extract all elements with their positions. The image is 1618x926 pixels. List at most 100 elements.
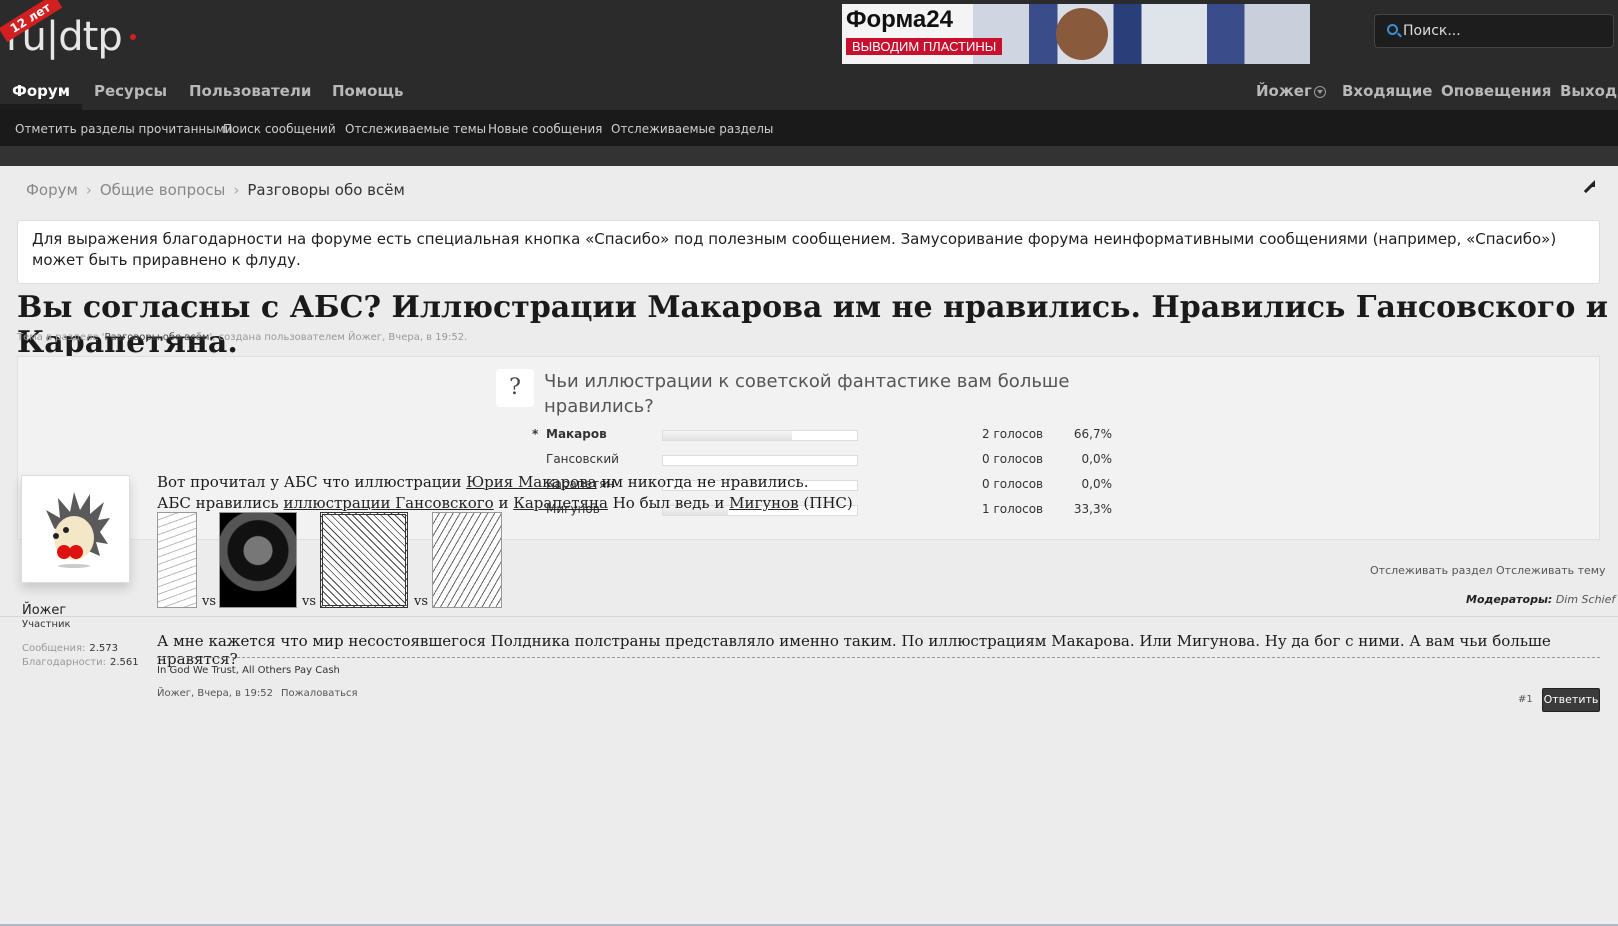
- vs-label: vs: [302, 594, 317, 609]
- stat-thanks: Благодарности: 2.561: [22, 657, 139, 668]
- nav-resources[interactable]: Ресурсы: [94, 82, 167, 100]
- sub-nav: Отметить разделы прочитанными Поиск сооб…: [0, 110, 1618, 146]
- post-text-2: А мне кажется что мир несостоявшегося По…: [157, 632, 1551, 668]
- post-meta-author[interactable]: Йожег: [157, 688, 191, 699]
- question-mark-icon: ?: [496, 369, 534, 407]
- post-author-name[interactable]: Йожег: [22, 603, 66, 618]
- signature-divider: [157, 657, 1600, 658]
- breadcrumb-general[interactable]: Общие вопросы: [100, 181, 226, 199]
- subnav-watched-threads[interactable]: Отслеживаемые темы: [345, 122, 486, 136]
- search-box[interactable]: [1374, 14, 1614, 48]
- poll-option: * Макаров 2 голосов 66,7%: [532, 427, 1132, 447]
- breadcrumb: Форум › Общие вопросы › Разговоры обо всём: [26, 181, 405, 199]
- vs-label: vs: [202, 594, 217, 609]
- stat-value: 2.561: [110, 657, 139, 668]
- hedgehog-avatar-image: [46, 492, 110, 568]
- post-number[interactable]: #1: [1518, 694, 1533, 705]
- chevron-down-icon: [1313, 85, 1326, 98]
- jump-to-icon[interactable]: [1580, 178, 1598, 196]
- nav-users[interactable]: Пользователи: [189, 82, 311, 100]
- moderators-label: Модераторы:: [1466, 593, 1553, 606]
- report-link[interactable]: Пожаловаться: [281, 688, 358, 699]
- search-input[interactable]: [1403, 21, 1603, 41]
- thread-meta-mid: ', создана пользователем: [209, 332, 349, 343]
- search-icon: [1387, 24, 1398, 35]
- nav-user-menu[interactable]: Йожег: [1256, 82, 1326, 100]
- post-meta: Йожег, Вчера, в 19:52 Пожаловаться: [157, 688, 358, 699]
- link-makarov[interactable]: Юрия Макарова: [466, 473, 596, 491]
- nav-username: Йожег: [1256, 82, 1312, 100]
- nav-logout[interactable]: Выход: [1560, 82, 1617, 100]
- nav-forum[interactable]: Форум: [12, 82, 70, 100]
- post-text-segment: (ПНС): [798, 494, 853, 512]
- poll-bar-fill: [663, 431, 793, 440]
- nav-help[interactable]: Помощь: [332, 82, 404, 100]
- site-header: ru|dtp 12 лет Форма24 ВЫВОДИМ ПЛАСТИНЫ Ф…: [0, 0, 1618, 110]
- poll-bar: [662, 430, 858, 441]
- signature: In God We Trust, All Others Pay Cash: [157, 665, 340, 676]
- chevron-right-icon: ›: [233, 181, 240, 199]
- banner-subtitle: ВЫВОДИМ ПЛАСТИНЫ: [846, 38, 1003, 55]
- breadcrumb-forum[interactable]: Форум: [26, 181, 78, 199]
- avatar[interactable]: [21, 475, 130, 583]
- thread-meta-author[interactable]: Йожег: [348, 332, 382, 343]
- divider: [0, 616, 1618, 617]
- poll-bar: [662, 455, 858, 466]
- subnav-new-posts[interactable]: Новые сообщения: [488, 122, 602, 136]
- vs-label: vs: [414, 594, 429, 609]
- main-nav: Форум Ресурсы Пользователи Помощь Йожег …: [0, 78, 1618, 108]
- thread-meta-prefix: Тема в разделе ': [17, 332, 105, 343]
- watch-thread-link[interactable]: Отслеживать тему: [1496, 564, 1606, 577]
- illustration-image[interactable]: [320, 512, 408, 608]
- nav-alerts[interactable]: Оповещения: [1441, 82, 1551, 100]
- post-text-segment: им никогда не нравились.: [596, 473, 809, 491]
- header-gap: [0, 146, 1618, 166]
- post-text-segment: и: [493, 494, 514, 512]
- thread-meta-forum-link[interactable]: Разговоры обо всём: [105, 332, 210, 343]
- watch-forum-link[interactable]: Отслеживать раздел: [1370, 564, 1493, 577]
- post-text-segment: АБС нравились: [157, 494, 284, 512]
- link-migunov[interactable]: Мигунов: [729, 494, 799, 512]
- stat-label: Сообщения:: [22, 643, 86, 654]
- illustration-image[interactable]: [219, 512, 297, 608]
- thread-meta: Тема в разделе 'Разговоры обо всём', соз…: [17, 332, 467, 343]
- subnav-search-posts[interactable]: Поиск сообщений: [223, 122, 336, 136]
- moderators: Модераторы: Dim Schief: [1466, 593, 1615, 606]
- poll-option-label: Макаров: [546, 427, 607, 441]
- ad-banner[interactable]: Форма24 ВЫВОДИМ ПЛАСТИНЫ: [842, 4, 1310, 64]
- voted-marker: *: [532, 427, 539, 441]
- stat-value: 2.573: [89, 643, 119, 654]
- post-text: Вот прочитал у АБС что иллюстрации Юрия …: [157, 472, 1597, 514]
- poll-question: Чьи иллюстрации к советской фантастике в…: [544, 371, 1070, 417]
- post-author-title: Участник: [22, 619, 71, 630]
- post-line-1: Вот прочитал у АБС что иллюстрации Юрия …: [157, 472, 1597, 493]
- post-line-2: АБС нравились иллюстрации Гансовского и …: [157, 493, 1597, 514]
- reply-button[interactable]: Ответить: [1542, 688, 1600, 712]
- poll-percent: 0,0%: [1081, 452, 1113, 466]
- breadcrumb-current[interactable]: Разговоры обо всём: [247, 181, 404, 199]
- poll-option: Гансовский 0 голосов 0,0%: [532, 452, 1132, 472]
- logo-dot: [130, 34, 136, 40]
- thread-meta-date: , Вчера, в 19:52.: [382, 332, 468, 343]
- subnav-mark-read[interactable]: Отметить разделы прочитанными: [15, 122, 233, 136]
- site-logo[interactable]: ru|dtp 12 лет: [0, 0, 144, 66]
- post-meta-date[interactable]: , Вчера, в 19:52: [191, 688, 273, 699]
- stat-label: Благодарности:: [22, 657, 106, 668]
- thread-title: Вы согласны с АБС? Иллюстрации Макарова …: [17, 290, 1609, 360]
- stat-messages: Сообщения: 2.573: [22, 643, 118, 654]
- illustration-image[interactable]: [432, 512, 502, 608]
- banner-caricature-image: [1056, 8, 1108, 60]
- poll-votes: 2 голосов: [982, 427, 1044, 441]
- chevron-right-icon: ›: [85, 181, 92, 199]
- subnav-watched-forums[interactable]: Отслеживаемые разделы: [611, 122, 773, 136]
- moderator-name[interactable]: Dim Schief: [1556, 593, 1615, 606]
- illustration-image[interactable]: [157, 512, 197, 608]
- forum-notice: Для выражения благодарности на форуме ес…: [17, 220, 1600, 284]
- link-karapetyan[interactable]: Карапетяна: [513, 494, 608, 512]
- link-gansovsky[interactable]: иллюстрации Гансовского: [283, 494, 493, 512]
- nav-inbox[interactable]: Входящие: [1342, 82, 1432, 100]
- poll-option-label: Гансовский: [546, 452, 619, 466]
- banner-title: Форма24: [846, 6, 953, 33]
- poll-percent: 66,7%: [1073, 427, 1112, 441]
- post-text-segment: Вот прочитал у АБС что иллюстрации: [157, 473, 467, 491]
